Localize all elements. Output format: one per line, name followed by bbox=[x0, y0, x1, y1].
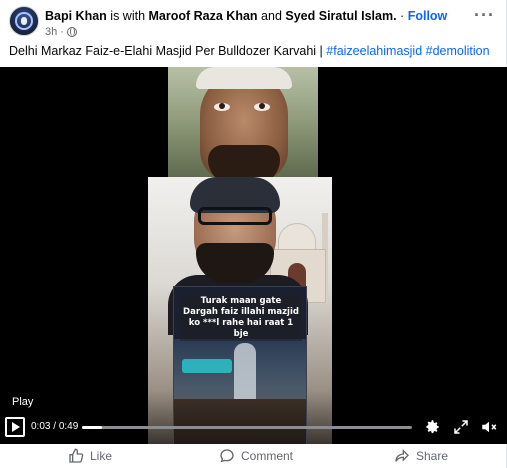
hashtag-link-2[interactable]: #demolition bbox=[426, 44, 490, 58]
video-player[interactable]: Turak maan gate Dargah faiz illahi mazji… bbox=[0, 67, 507, 444]
eye-right bbox=[254, 103, 270, 111]
meta-separator: · bbox=[60, 26, 64, 38]
dome-tower bbox=[234, 343, 256, 403]
post-actions: Like Comment Share bbox=[0, 444, 507, 468]
follow-button[interactable]: Follow bbox=[408, 9, 448, 23]
like-label: Like bbox=[90, 449, 113, 463]
with-text: is with bbox=[110, 9, 146, 23]
volume-muted-icon[interactable] bbox=[480, 418, 498, 436]
play-tooltip: Play bbox=[12, 396, 34, 408]
post-card: Bapi Khan is with Maroof Raza Khan and S… bbox=[0, 0, 507, 468]
share-icon bbox=[395, 449, 409, 462]
hashtag-link-1[interactable]: #faizeelahimasjid bbox=[326, 44, 422, 58]
avatar-figure bbox=[21, 17, 27, 25]
comment-button[interactable]: Comment bbox=[219, 448, 293, 464]
video-controls: 0:03 / 0:49 bbox=[0, 416, 507, 444]
comment-icon bbox=[220, 449, 234, 463]
like-button[interactable]: Like bbox=[68, 448, 112, 464]
and-text: and bbox=[261, 9, 282, 23]
post-caption: Delhi Markaz Faiz-e-Elahi Masjid Per Bul… bbox=[9, 44, 490, 58]
settings-icon[interactable] bbox=[423, 418, 441, 436]
cap-top bbox=[196, 67, 292, 89]
video-frame-middle: Turak maan gate Dargah faiz illahi mazji… bbox=[148, 177, 332, 444]
video-time: 0:03 / 0:49 bbox=[31, 421, 78, 432]
beard-top bbox=[208, 145, 280, 177]
share-button[interactable]: Share bbox=[394, 448, 448, 464]
time-separator: / bbox=[53, 421, 57, 432]
cyan-light bbox=[182, 359, 232, 373]
post-time-link[interactable]: 3h bbox=[45, 26, 57, 38]
tagged-user-1-link[interactable]: Maroof Raza Khan bbox=[149, 9, 258, 23]
caption-text: Delhi Markaz Faiz-e-Elahi Masjid Per Bul… bbox=[9, 44, 323, 58]
author-line: Bapi Khan is with Maroof Raza Khan and S… bbox=[45, 9, 447, 23]
duration: 0:49 bbox=[58, 421, 79, 432]
eye-left bbox=[214, 103, 230, 111]
separator-dot: · bbox=[400, 9, 405, 23]
play-icon[interactable] bbox=[5, 417, 25, 437]
person-glasses bbox=[198, 207, 272, 225]
comment-label: Comment bbox=[241, 449, 294, 463]
share-label: Share bbox=[416, 449, 449, 463]
author-avatar[interactable] bbox=[9, 6, 39, 36]
author-name-link[interactable]: Bapi Khan bbox=[45, 9, 107, 23]
post-header: Bapi Khan is with Maroof Raza Khan and S… bbox=[0, 0, 507, 44]
video-frame-top bbox=[168, 67, 318, 177]
video-overlay-text: Turak maan gate Dargah faiz illahi mazji… bbox=[180, 295, 302, 341]
progress-fill bbox=[82, 426, 103, 429]
current-time: 0:03 bbox=[31, 421, 51, 432]
progress-bar[interactable] bbox=[82, 426, 412, 429]
post-meta: 3h · bbox=[45, 26, 77, 38]
globe-icon[interactable] bbox=[66, 27, 77, 37]
more-options-icon[interactable]: ··· bbox=[474, 6, 495, 24]
fullscreen-icon[interactable] bbox=[452, 418, 470, 436]
like-icon bbox=[69, 448, 84, 463]
tagged-user-2-link[interactable]: Syed Siratul Islam. bbox=[285, 9, 396, 23]
